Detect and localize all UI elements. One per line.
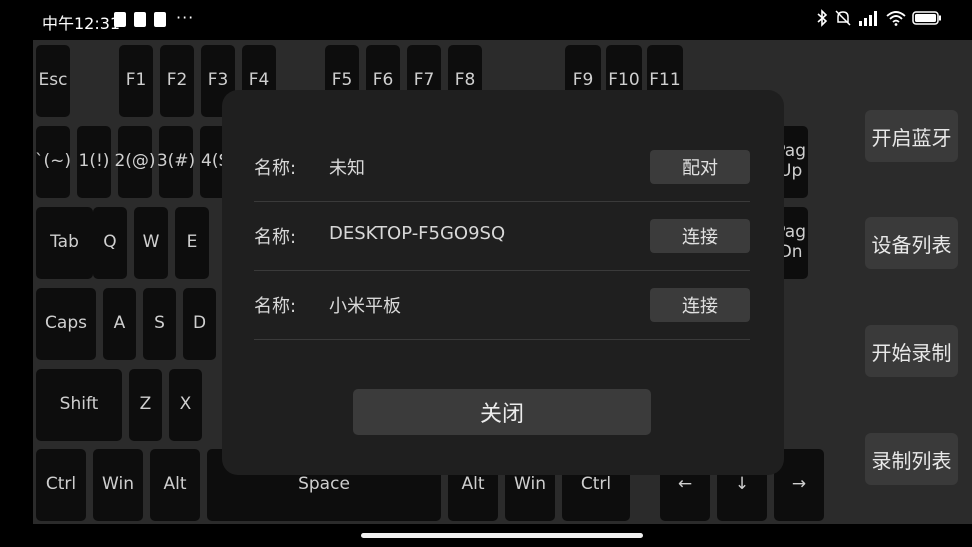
key-esc[interactable]: Esc xyxy=(36,45,70,117)
bluetooth-icon xyxy=(816,9,828,27)
device-row: 名称: 未知 配对 xyxy=(254,132,750,202)
key-e[interactable]: E xyxy=(175,207,209,279)
device-row: 名称: 小米平板 连接 xyxy=(254,270,750,340)
device-name: DESKTOP-F5GO9SQ xyxy=(329,223,506,244)
key-alt-left[interactable]: Alt xyxy=(150,449,200,521)
mute-icon xyxy=(834,9,852,27)
key-win-left[interactable]: Win xyxy=(93,449,143,521)
device-row: 名称: DESKTOP-F5GO9SQ 连接 xyxy=(254,201,750,271)
status-icons xyxy=(816,9,942,27)
device-dialog: 名称: 未知 配对 名称: DESKTOP-F5GO9SQ 连接 名称: 小米平… xyxy=(222,90,784,475)
key-z[interactable]: Z xyxy=(129,369,162,441)
key-1[interactable]: 1(!) xyxy=(77,126,111,198)
key-2[interactable]: 2(@) xyxy=(114,126,156,198)
key-q[interactable]: Q xyxy=(93,207,127,279)
key-f2[interactable]: F2 xyxy=(160,45,194,117)
key-w[interactable]: W xyxy=(134,207,168,279)
key-ctrl-left[interactable]: Ctrl xyxy=(36,449,86,521)
key-s[interactable]: S xyxy=(143,288,176,360)
device-name-label: 名称: xyxy=(254,296,297,317)
notification-icon xyxy=(114,12,126,27)
signal-icon xyxy=(858,10,880,26)
status-time: 中午12:31 xyxy=(42,14,121,33)
device-name-label: 名称: xyxy=(254,158,297,179)
key-caps[interactable]: Caps xyxy=(36,288,96,360)
close-button[interactable]: 关闭 xyxy=(353,389,651,435)
battery-icon xyxy=(912,11,942,25)
key-x[interactable]: X xyxy=(169,369,202,441)
key-3[interactable]: 3(#) xyxy=(157,126,195,198)
device-list-button[interactable]: 设备列表 xyxy=(865,217,958,269)
key-f1[interactable]: F1 xyxy=(119,45,153,117)
start-record-button[interactable]: 开始录制 xyxy=(865,325,958,377)
pair-button[interactable]: 配对 xyxy=(650,150,750,184)
wifi-icon xyxy=(886,10,906,26)
status-bar: 中午12:31 ··· xyxy=(0,0,972,40)
key-tab[interactable]: Tab xyxy=(36,207,93,279)
device-name: 小米平板 xyxy=(329,296,401,317)
connect-button[interactable]: 连接 xyxy=(650,288,750,322)
notification-icon xyxy=(154,12,166,27)
key-shift[interactable]: Shift xyxy=(36,369,122,441)
device-name-label: 名称: xyxy=(254,227,297,248)
device-name: 未知 xyxy=(329,158,365,179)
notification-icon xyxy=(134,12,146,27)
more-notifications-icon: ··· xyxy=(176,8,195,27)
record-list-button[interactable]: 录制列表 xyxy=(865,433,958,485)
connect-button[interactable]: 连接 xyxy=(650,219,750,253)
side-panel: 开启蓝牙 设备列表 开始录制 录制列表 xyxy=(851,40,972,524)
key-d[interactable]: D xyxy=(183,288,216,360)
key-a[interactable]: A xyxy=(103,288,136,360)
home-indicator[interactable] xyxy=(361,533,643,538)
key-backtick[interactable]: `(~) xyxy=(35,126,71,198)
bluetooth-on-button[interactable]: 开启蓝牙 xyxy=(865,110,958,162)
